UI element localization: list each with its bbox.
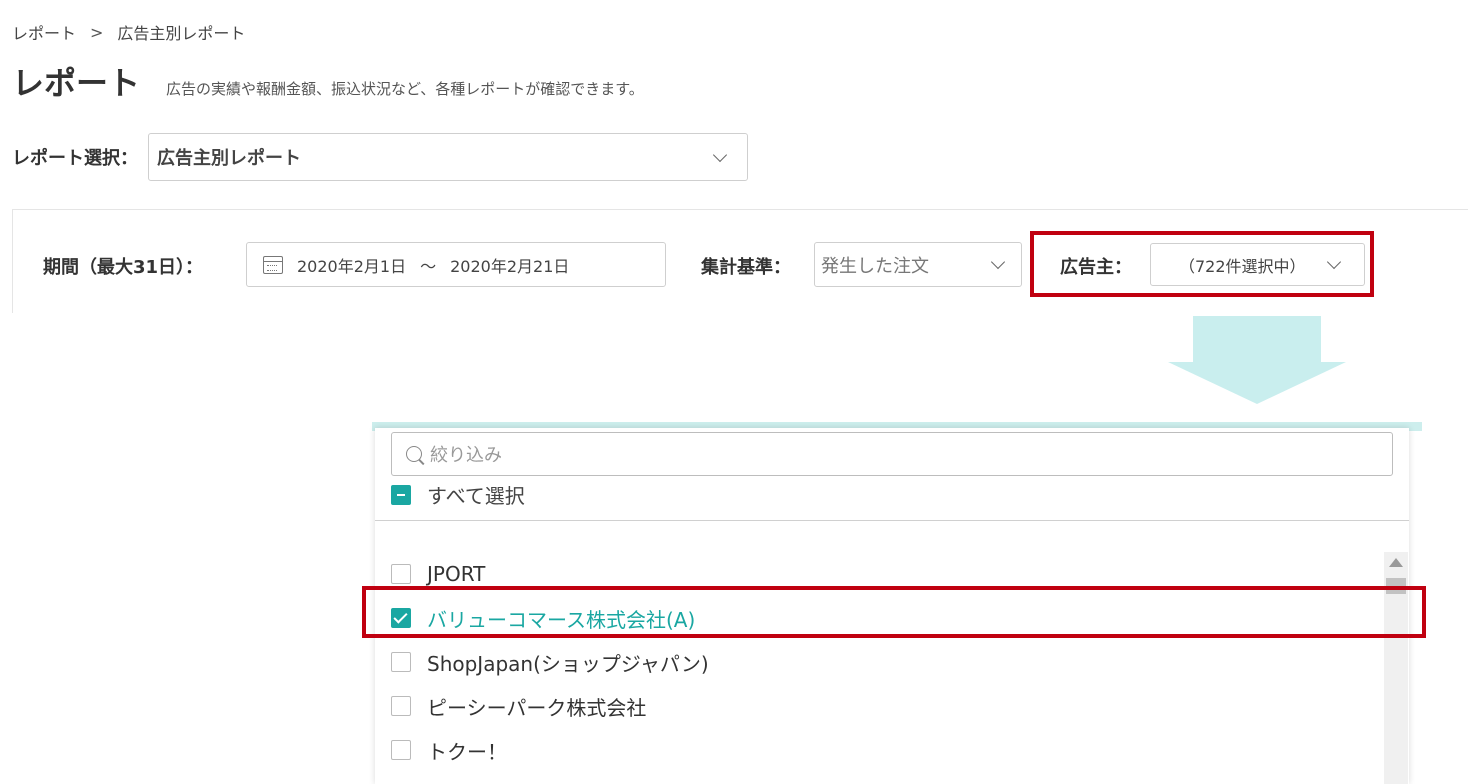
breadcrumb-item-current: 広告主別レポート [117, 24, 246, 43]
list-item[interactable]: トクー！ [391, 728, 1381, 772]
item-label: トクー！ [427, 739, 507, 764]
list-item[interactable]: ShopJapan(ショップジャパン) [391, 640, 1381, 684]
search-placeholder: 絞り込み [430, 445, 502, 466]
basis-value: 発生した注文 [821, 255, 929, 277]
advertiser-list: JPORT バリューコマース株式会社(A) ShopJapan(ショップジャパン… [391, 552, 1381, 772]
period-label: 期間（最大31日）： [43, 257, 204, 278]
filter-search-input[interactable]: 絞り込み [391, 432, 1393, 476]
advertiser-label: 広告主： [1060, 257, 1132, 278]
page-description: 広告の実績や報酬金額、振込状況など、各種レポートが確認できます。 [166, 80, 644, 98]
arrow-shaft [1193, 316, 1321, 362]
filter-panel: 期間（最大31日）： 2020年2月1日 〜 2020年2月21日 集計基準： … [12, 209, 1468, 313]
page-title: レポート [12, 64, 141, 102]
report-select-value: 広告主別レポート [157, 148, 301, 169]
report-select-label: レポート選択： [12, 148, 138, 169]
advertiser-select[interactable]: （722件選択中） [1150, 243, 1365, 286]
breadcrumb: レポート > 広告主別レポート [12, 20, 245, 44]
arrow-head [1168, 362, 1346, 404]
basis-label: 集計基準： [701, 257, 791, 278]
item-checkbox[interactable] [391, 564, 411, 584]
date-range-picker[interactable]: 2020年2月1日 〜 2020年2月21日 [246, 242, 666, 287]
list-item[interactable]: ピーシーパーク株式会社 [391, 684, 1381, 728]
item-checkbox[interactable] [391, 652, 411, 672]
chevron-down-icon [712, 147, 728, 163]
breadcrumb-separator: > [90, 22, 104, 42]
report-select-dropdown[interactable]: 広告主別レポート [148, 133, 748, 181]
breadcrumb-item-report[interactable]: レポート [12, 20, 76, 44]
title-row: レポート 広告の実績や報酬金額、振込状況など、各種レポートが確認できます。 [12, 58, 644, 104]
item-label: JPORT [427, 562, 486, 586]
calendar-icon [263, 255, 283, 274]
chevron-down-icon [990, 254, 1006, 270]
advertiser-value: （722件選択中） [1179, 256, 1306, 276]
date-start: 2020年2月1日 [297, 256, 407, 276]
item-label: ピーシーパーク株式会社 [427, 695, 647, 720]
down-arrow-icon [1168, 316, 1346, 404]
search-icon [406, 446, 422, 462]
chevron-down-icon [1326, 254, 1342, 270]
basis-select[interactable]: 発生した注文 [814, 242, 1022, 287]
item-label: ShopJapan(ショップジャパン) [427, 651, 709, 676]
select-all-option[interactable]: すべて選択 [391, 480, 525, 509]
date-range-separator: 〜 [420, 256, 437, 276]
report-select-row: レポート選択： 広告主別レポート [12, 133, 748, 181]
select-all-checkbox[interactable] [391, 484, 411, 505]
date-end: 2020年2月21日 [450, 256, 570, 276]
scroll-up-arrow-icon[interactable] [1389, 558, 1403, 567]
item-checkbox[interactable] [391, 740, 411, 760]
select-all-label: すべて選択 [427, 484, 525, 508]
item-checkbox[interactable] [391, 696, 411, 716]
divider [375, 520, 1409, 521]
selected-row-highlight-frame [362, 586, 1426, 638]
